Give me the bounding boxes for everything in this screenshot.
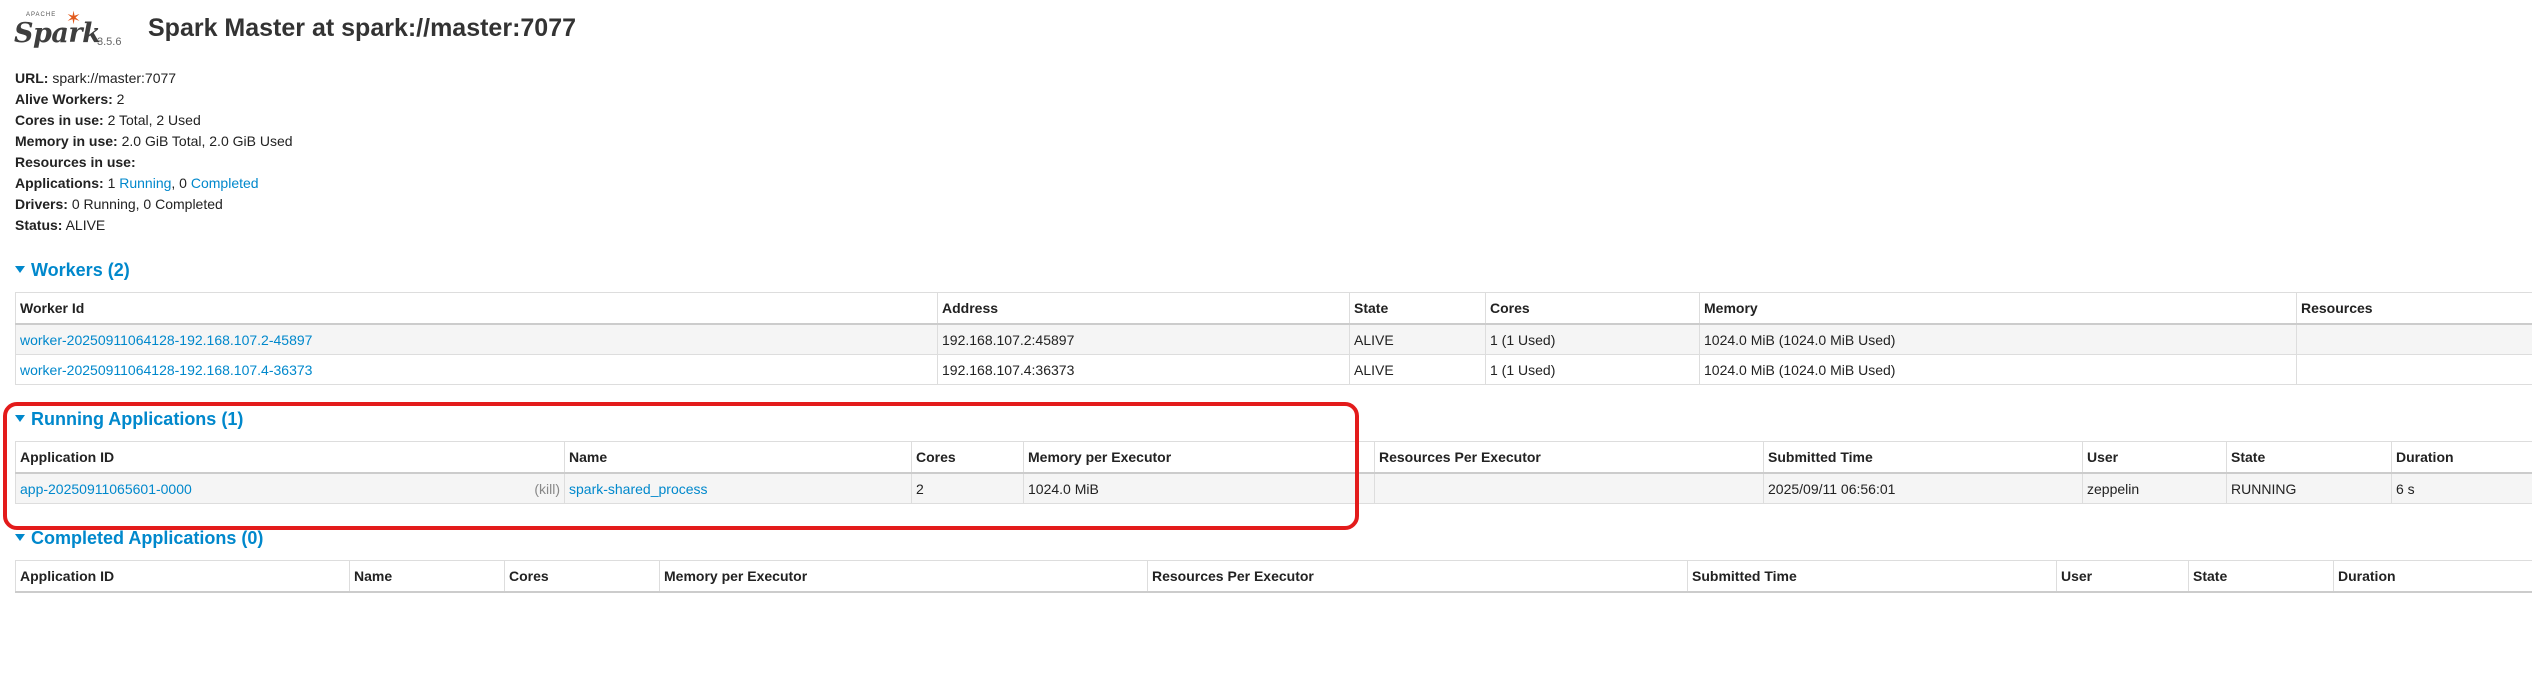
spark-logo[interactable]: APACHE Spark ✶ <box>14 8 101 52</box>
table-row: worker-20250911064128-192.168.107.2-4589… <box>15 323 2532 355</box>
collapse-arrow-icon <box>15 265 25 273</box>
app-resources <box>1374 472 1764 504</box>
info-cores: Cores in use: 2 Total, 2 Used <box>15 112 201 128</box>
col-application-id[interactable]: Application ID <box>15 441 565 474</box>
col-duration[interactable]: Duration <box>2333 560 2532 593</box>
info-applications: Applications: 1 Running, 0 Completed <box>15 175 259 191</box>
table-row: worker-20250911064128-192.168.107.4-3637… <box>15 354 2532 385</box>
worker-memory: 1024.0 MiB (1024.0 MiB Used) <box>1699 354 2297 385</box>
info-status: Status: ALIVE <box>15 217 106 233</box>
app-id-link[interactable]: app-20250911065601-0000 <box>20 481 192 497</box>
workers-table: Worker Id Address State Cores Memory Res… <box>15 292 2532 385</box>
logo-spark-text: Spark <box>14 18 101 49</box>
col-submitted-time[interactable]: Submitted Time <box>1687 560 2057 593</box>
info-resources: Resources in use: <box>15 154 136 170</box>
collapse-arrow-icon <box>15 533 25 541</box>
info-url: URL: spark://master:7077 <box>15 70 177 86</box>
completed-apps-table: Application ID Name Cores Memory per Exe… <box>15 560 2532 593</box>
worker-id-link[interactable]: worker-20250911064128-192.168.107.2-4589… <box>20 332 312 348</box>
worker-address: 192.168.107.2:45897 <box>937 323 1350 355</box>
col-resources[interactable]: Resources <box>2296 292 2532 325</box>
col-cores[interactable]: Cores <box>1485 292 1700 325</box>
col-name[interactable]: Name <box>564 441 912 474</box>
col-memory-per-executor[interactable]: Memory per Executor <box>659 560 1148 593</box>
col-resources-per-executor[interactable]: Resources Per Executor <box>1374 441 1764 474</box>
spark-star-icon: ✶ <box>66 8 82 28</box>
app-cores: 2 <box>911 472 1024 504</box>
info-alive-workers: Alive Workers: 2 <box>15 91 125 107</box>
app-memory: 1024.0 MiB <box>1023 472 1375 504</box>
kill-app-link[interactable]: (kill) <box>534 481 560 497</box>
col-memory-per-executor[interactable]: Memory per Executor <box>1023 441 1375 474</box>
worker-cores: 1 (1 Used) <box>1485 323 1700 355</box>
app-submitted-time: 2025/09/11 06:56:01 <box>1763 472 2083 504</box>
page-title: Spark Master at spark://master:7077 <box>148 14 577 42</box>
worker-memory: 1024.0 MiB (1024.0 MiB Used) <box>1699 323 2297 355</box>
col-user[interactable]: User <box>2082 441 2227 474</box>
completed-apps-section-toggle[interactable]: Completed Applications (0) <box>15 528 263 549</box>
col-name[interactable]: Name <box>349 560 505 593</box>
col-resources-per-executor[interactable]: Resources Per Executor <box>1147 560 1688 593</box>
col-duration[interactable]: Duration <box>2391 441 2532 474</box>
worker-state: ALIVE <box>1349 354 1486 385</box>
table-row: app-20250911065601-0000 (kill) spark-sha… <box>15 472 2532 504</box>
app-duration: 6 s <box>2391 472 2532 504</box>
col-state[interactable]: State <box>2226 441 2392 474</box>
collapse-arrow-icon <box>15 414 25 422</box>
running-apps-link[interactable]: Running <box>119 175 171 191</box>
running-apps-table: Application ID Name Cores Memory per Exe… <box>15 441 2532 504</box>
col-application-id[interactable]: Application ID <box>15 560 350 593</box>
worker-state: ALIVE <box>1349 323 1486 355</box>
col-address[interactable]: Address <box>937 292 1350 325</box>
app-state: RUNNING <box>2226 472 2392 504</box>
spark-version: 3.5.6 <box>97 36 122 48</box>
info-drivers: Drivers: 0 Running, 0 Completed <box>15 196 223 212</box>
col-submitted-time[interactable]: Submitted Time <box>1763 441 2083 474</box>
worker-address: 192.168.107.4:36373 <box>937 354 1350 385</box>
col-state[interactable]: State <box>2188 560 2334 593</box>
info-memory: Memory in use: 2.0 GiB Total, 2.0 GiB Us… <box>15 133 293 149</box>
worker-cores: 1 (1 Used) <box>1485 354 1700 385</box>
master-info-list: URL: spark://master:7077 Alive Workers: … <box>15 68 293 236</box>
col-user[interactable]: User <box>2056 560 2189 593</box>
workers-section-toggle[interactable]: Workers (2) <box>15 260 130 281</box>
app-user: zeppelin <box>2082 472 2227 504</box>
col-worker-id[interactable]: Worker Id <box>15 292 938 325</box>
worker-id-link[interactable]: worker-20250911064128-192.168.107.4-3637… <box>20 362 312 378</box>
col-state[interactable]: State <box>1349 292 1486 325</box>
app-name-link[interactable]: spark-shared_process <box>569 481 708 497</box>
col-memory[interactable]: Memory <box>1699 292 2297 325</box>
completed-apps-link[interactable]: Completed <box>191 175 259 191</box>
worker-resources <box>2296 323 2532 355</box>
col-cores[interactable]: Cores <box>504 560 660 593</box>
running-apps-section-toggle[interactable]: Running Applications (1) <box>15 409 243 430</box>
col-cores[interactable]: Cores <box>911 441 1024 474</box>
worker-resources <box>2296 354 2532 385</box>
